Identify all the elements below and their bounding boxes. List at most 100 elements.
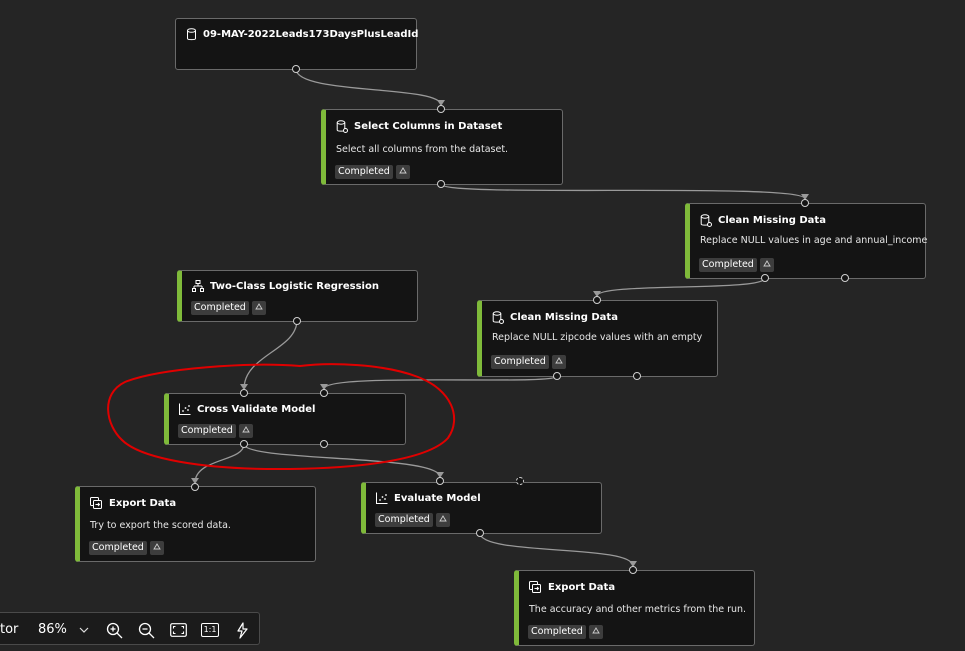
clean-missing-1-output-port[interactable] (761, 274, 769, 282)
clean-missing-data-2-status-row: Completed (491, 355, 566, 369)
clean-missing-data-1-title-text: Clean Missing Data (718, 215, 826, 226)
status-badge: Completed (89, 541, 147, 555)
cross-validate-input-port-1[interactable] (240, 389, 248, 397)
recycle-icon (251, 301, 266, 315)
recycle-icon (588, 625, 603, 639)
module-icon (492, 311, 504, 324)
zoom-out-icon (138, 622, 154, 638)
recycle-icon (435, 513, 450, 527)
zoom-level[interactable]: 86% (38, 622, 67, 637)
toolbar-partial-label: tor (0, 622, 19, 637)
clean-missing-data-1-description: Replace NULL values in age and annual_in… (700, 235, 928, 246)
status-badge: Completed (375, 513, 433, 527)
export-data-1-status-row: Completed (89, 541, 164, 555)
export-icon (90, 497, 102, 509)
export-data-node-1[interactable]: Export Data Try to export the scored dat… (75, 486, 316, 562)
evaluate-model-input-port-2[interactable] (516, 477, 524, 485)
status-badge: Completed (699, 258, 757, 272)
select-columns-output-port[interactable] (437, 180, 445, 188)
status-badge: Completed (191, 301, 249, 315)
module-icon (336, 120, 348, 133)
connector-clean2-to-crossvalidate (323, 375, 558, 390)
evaluate-model-output-port[interactable] (476, 529, 484, 537)
auto-layout-icon (236, 621, 248, 639)
clean-missing-1-input-port[interactable] (801, 199, 809, 207)
export-data-1-input-port[interactable] (191, 483, 199, 491)
actual-size-icon: 1:1 (200, 623, 220, 637)
clean-missing-data-node-1[interactable]: Clean Missing Data Replace NULL values i… (685, 203, 928, 279)
cross-validate-model-node[interactable]: Cross Validate Model Completed (164, 393, 406, 445)
recycle-icon (395, 165, 410, 179)
export-data-1-description: Try to export the scored data. (90, 520, 231, 531)
recycle-icon (551, 355, 566, 369)
evaluate-model-node[interactable]: Evaluate Model Completed (361, 482, 602, 534)
dataset-node[interactable]: 09-MAY-2022Leads173DaysPlusLeadId (175, 18, 418, 70)
zoom-dropdown-button[interactable] (74, 620, 94, 640)
connector-evaluate-to-export2 (479, 532, 634, 567)
logistic-regression-output-port[interactable] (293, 317, 301, 325)
export-data-node-2[interactable]: Export Data The accuracy and other metri… (514, 570, 755, 646)
zoom-out-button[interactable] (136, 620, 156, 640)
clean-missing-2-output-port-2[interactable] (633, 372, 641, 380)
scatter-chart-icon (376, 492, 388, 504)
scatter-chart-icon (179, 403, 191, 415)
zoom-in-icon (106, 622, 122, 638)
actual-size-button[interactable]: 1:1 (200, 620, 220, 640)
evaluate-model-input-port-1[interactable] (436, 477, 444, 485)
evaluate-model-title-text: Evaluate Model (394, 492, 481, 504)
dataset-title-text: 09-MAY-2022Leads173DaysPlusLeadId (203, 29, 419, 40)
select-columns-description: Select all columns from the dataset. (336, 144, 509, 155)
select-columns-title-text: Select Columns in Dataset (354, 121, 503, 132)
clean-missing-data-2-title: Clean Missing Data (492, 311, 618, 324)
export-data-2-description: The accuracy and other metrics from the … (529, 604, 747, 615)
fit-to-screen-icon (169, 623, 187, 637)
dataset-output-port[interactable] (292, 65, 300, 73)
select-columns-status-row: Completed (335, 165, 410, 179)
recycle-icon (759, 258, 774, 272)
cross-validate-title: Cross Validate Model (179, 403, 315, 415)
evaluate-model-status-row: Completed (375, 513, 450, 527)
export-data-2-title: Export Data (529, 581, 615, 593)
algorithm-icon (192, 280, 204, 292)
clean-missing-1-output-port-2[interactable] (841, 274, 849, 282)
connector-regression-to-crossvalidate (243, 319, 298, 390)
select-columns-input-port[interactable] (437, 105, 445, 113)
zoom-in-button[interactable] (104, 620, 124, 640)
cross-validate-title-text: Cross Validate Model (197, 403, 316, 415)
module-icon (700, 214, 712, 227)
cross-validate-output-port-2[interactable] (320, 440, 328, 448)
canvas-toolbar: tor 86% 1:1 (0, 612, 260, 645)
clean-missing-data-2-title-text: Clean Missing Data (510, 312, 618, 323)
evaluate-model-title: Evaluate Model (376, 492, 481, 504)
clean-missing-data-node-2[interactable]: Clean Missing Data Replace NULL zipcode … (477, 300, 718, 377)
connector-select-to-clean1 (440, 183, 806, 200)
clean-missing-2-output-port[interactable] (553, 372, 561, 380)
two-class-logistic-regression-node[interactable]: Two-Class Logistic Regression Completed (177, 270, 418, 322)
logistic-regression-title-text: Two-Class Logistic Regression (210, 280, 379, 292)
export-data-1-title-text: Export Data (109, 497, 177, 509)
export-data-1-title: Export Data (90, 497, 176, 509)
connector-crossvalidate-to-evaluate (243, 443, 441, 478)
clean-missing-data-1-title: Clean Missing Data (700, 214, 826, 227)
clean-missing-data-1-status-row: Completed (699, 258, 774, 272)
clean-missing-2-input-port[interactable] (593, 296, 601, 304)
auto-layout-button[interactable] (232, 620, 252, 640)
recycle-icon (238, 424, 253, 438)
fit-to-screen-button[interactable] (168, 620, 188, 640)
clean-missing-data-2-description: Replace NULL zipcode values with an empt… (492, 332, 703, 343)
select-columns-node[interactable]: Select Columns in Dataset Select all col… (321, 109, 563, 185)
connector-crossvalidate-to-export1 (194, 443, 245, 484)
chevron-down-icon (79, 627, 89, 633)
status-badge: Completed (491, 355, 549, 369)
recycle-icon (149, 541, 164, 555)
cross-validate-output-port-1[interactable] (240, 440, 248, 448)
export-icon (529, 581, 541, 593)
export-data-2-title-text: Export Data (548, 581, 616, 593)
export-data-2-input-port[interactable] (629, 566, 637, 574)
connector-dataset-to-select (295, 68, 442, 106)
export-data-2-status-row: Completed (528, 625, 603, 639)
dataset-node-title: 09-MAY-2022Leads173DaysPlusLeadId (186, 28, 418, 41)
dataset-icon (187, 28, 196, 41)
cross-validate-status-row: Completed (178, 424, 253, 438)
cross-validate-input-port-2[interactable] (320, 389, 328, 397)
